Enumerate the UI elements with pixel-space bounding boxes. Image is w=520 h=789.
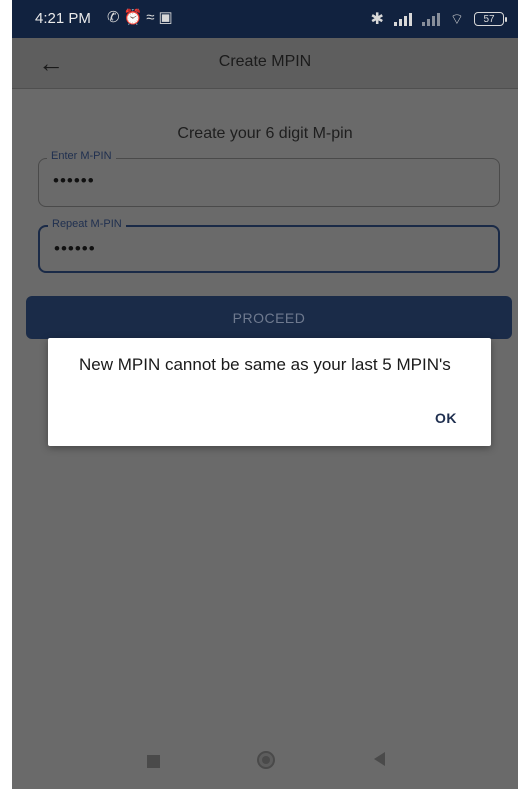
signal-icon	[393, 12, 412, 26]
battery-icon: 57	[474, 12, 507, 26]
status-notification-icons: ✆⏰≈▣	[107, 8, 177, 26]
enter-mpin-label: Enter M-PIN	[47, 150, 116, 162]
ok-button[interactable]: OK	[435, 410, 457, 426]
repeat-mpin-field[interactable]: Repeat M-PIN ••••••	[38, 218, 500, 273]
back-icon[interactable]	[374, 752, 385, 766]
enter-mpin-value: ••••••	[53, 171, 95, 190]
wifi-signal-icon: ≈	[146, 9, 159, 26]
proceed-button[interactable]: PROCEED	[26, 296, 512, 339]
page-title: Create MPIN	[218, 53, 312, 70]
status-bar: 4:21 PM ✆⏰≈▣ ✱ ⌔ 57	[12, 0, 518, 38]
phone-screen: 4:21 PM ✆⏰≈▣ ✱ ⌔ 57 ← Create MPIN Create…	[12, 0, 518, 789]
form-subtitle: Create your 6 digit M-pin	[177, 125, 353, 142]
repeat-mpin-value: ••••••	[54, 239, 96, 258]
status-right-icons: ✱ ⌔ 57	[370, 9, 507, 29]
recent-apps-icon[interactable]	[147, 755, 160, 768]
navigation-bar	[12, 735, 518, 789]
status-time: 4:21 PM	[35, 10, 91, 27]
home-icon[interactable]	[257, 751, 275, 769]
signal-2-icon	[421, 12, 440, 26]
dialog-message: New MPIN cannot be same as your last 5 M…	[79, 355, 451, 374]
battery-level: 57	[483, 13, 495, 25]
bluetooth-icon: ✱	[370, 11, 384, 28]
wifi-icon: ⌔	[449, 10, 464, 28]
enter-mpin-field[interactable]: Enter M-PIN ••••••	[38, 150, 500, 207]
app-bar: ← Create MPIN	[12, 38, 518, 89]
alarm-icon: ⏰	[123, 9, 147, 26]
notification-icon: ▣	[158, 9, 177, 26]
alert-dialog: New MPIN cannot be same as your last 5 M…	[48, 338, 491, 446]
missed-call-icon: ✆	[107, 9, 124, 26]
repeat-mpin-label: Repeat M-PIN	[48, 218, 126, 230]
